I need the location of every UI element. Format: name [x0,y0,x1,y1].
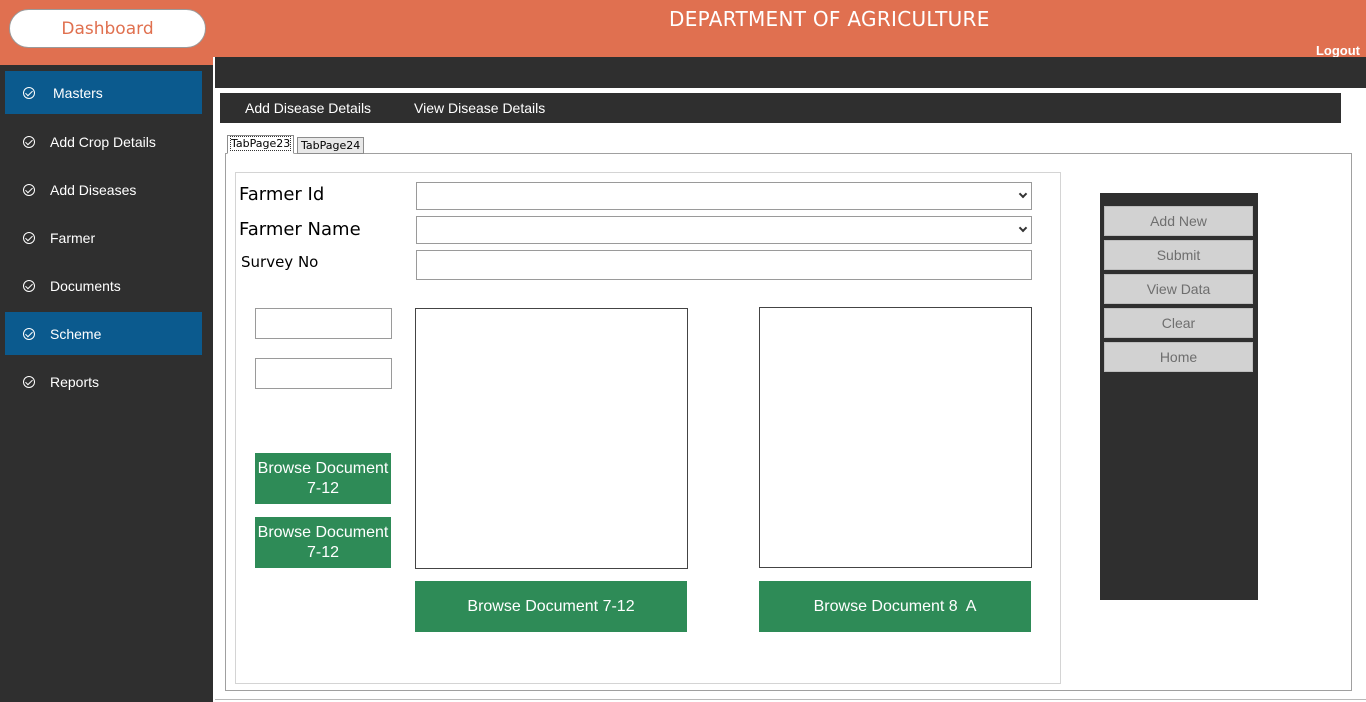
check-circle-icon [23,375,35,388]
document-input-1[interactable] [255,308,392,339]
logout-link[interactable]: Logout [1316,43,1360,58]
chevron-down-icon [1018,223,1028,233]
sidebar-item-label: Scheme [50,325,102,342]
farmer-id-select[interactable] [416,182,1032,210]
sidebar-item-label: Add Diseases [50,181,137,198]
browse-document-712-button-2[interactable]: Browse Document 7-12 [255,517,391,568]
check-circle-icon [23,279,35,292]
farmer-name-label: Farmer Name [239,219,361,240]
document-712-preview [415,308,688,569]
sidebar-item-label: Add Crop Details [50,133,156,150]
tab-label: TabPage23 [229,136,292,151]
tab-tabpage23[interactable]: TabPage23 [227,135,295,154]
view-data-button[interactable]: View Data [1104,274,1253,304]
check-circle-icon [23,231,35,244]
clear-button[interactable]: Clear [1104,308,1253,338]
sidebar-item-label: Reports [50,373,100,390]
sidebar-item-label: Farmer [50,229,96,246]
check-circle-icon [23,327,35,340]
sidebar-item-label: Masters [53,84,103,101]
home-button[interactable]: Home [1104,342,1253,372]
app-title: DEPARTMENT OF AGRICULTURE [669,7,990,31]
sidebar-item-label: Documents [50,277,121,294]
check-circle-icon [23,135,35,148]
check-circle-icon [23,86,35,99]
sidebar-item-scheme[interactable]: Scheme [5,312,202,355]
tab-tabpage24[interactable]: TabPage24 [297,137,365,154]
browse-document-8a-button[interactable]: Browse Document 8 A [759,581,1031,632]
add-new-button[interactable]: Add New [1104,206,1253,236]
sidebar-item-documents[interactable]: Documents [5,264,202,307]
browse-document-712-button[interactable]: Browse Document 7-12 [415,581,687,632]
document-input-2[interactable] [255,358,392,389]
sidebar-item-add-diseases[interactable]: Add Diseases [5,168,202,211]
check-circle-icon [23,183,35,196]
sidebar-item-reports[interactable]: Reports [5,360,202,403]
survey-no-input[interactable] [416,250,1032,280]
submit-button[interactable]: Submit [1104,240,1253,270]
menu-bar: Add Disease Details View Disease Details [220,93,1341,123]
farmer-name-select[interactable] [416,216,1032,244]
menu-add-disease-details[interactable]: Add Disease Details [245,93,371,123]
browse-document-712-button-1[interactable]: Browse Document 7-12 [255,453,391,504]
sidebar-item-farmer[interactable]: Farmer [5,216,202,259]
tab-label: TabPage24 [301,139,361,152]
sidebar-item-add-crop-details[interactable]: Add Crop Details [5,120,202,163]
app-header: Dashboard DEPARTMENT OF AGRICULTURE Logo… [0,0,1366,58]
chevron-down-icon [1018,189,1028,199]
menu-view-disease-details[interactable]: View Disease Details [414,93,545,123]
document-8a-preview [759,307,1032,568]
dashboard-button[interactable]: Dashboard [9,9,206,48]
survey-no-label: Survey No [241,253,319,271]
toolbar-strip [215,57,1366,88]
sidebar-header-strip [0,57,213,65]
farmer-id-label: Farmer Id [239,184,325,205]
sidebar-item-masters[interactable]: Masters [5,71,202,114]
